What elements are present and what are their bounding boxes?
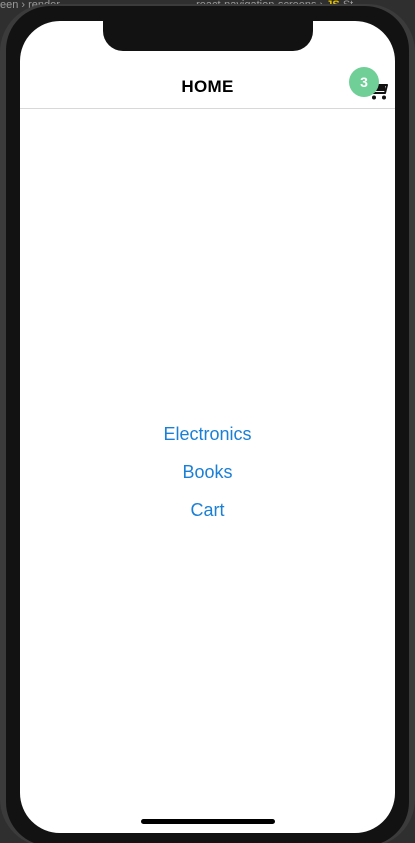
app-window: een › render react-navigation-screens › … bbox=[0, 0, 415, 843]
books-link[interactable]: Books bbox=[20, 457, 395, 495]
device-screen: HOME 3 Electronics Books Cart bbox=[20, 21, 395, 833]
cart-button[interactable]: 3 bbox=[345, 67, 391, 107]
cart-count-badge: 3 bbox=[349, 67, 379, 97]
cart-link[interactable]: Cart bbox=[20, 495, 395, 533]
page-title: HOME bbox=[181, 77, 234, 96]
home-indicator[interactable] bbox=[141, 819, 275, 824]
editor-breadcrumb-left: een › bbox=[0, 0, 26, 10]
navigation-bar: HOME 3 bbox=[20, 65, 395, 109]
device-notch bbox=[103, 21, 313, 51]
electronics-link[interactable]: Electronics bbox=[20, 419, 395, 457]
category-links: Electronics Books Cart bbox=[20, 419, 395, 533]
